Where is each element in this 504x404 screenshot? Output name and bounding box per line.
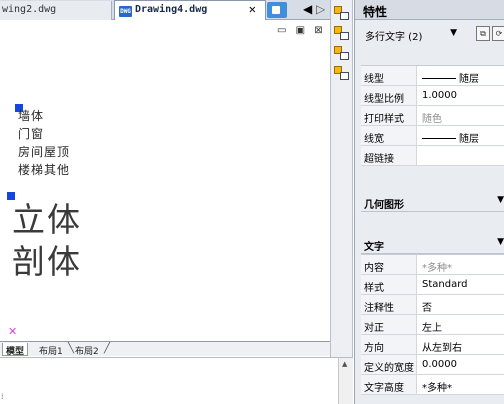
layout-tabs-bar: 模型 布局1 ╲ 布局2 ╱ [0,341,330,357]
select-objects-icon[interactable]: ⟳ [492,26,504,41]
panel-grip-icon[interactable]: ⁞ [1,392,4,401]
property-label: 方向 [361,335,417,354]
tab-separator: ╱ [104,343,111,354]
property-row-linetype[interactable]: 线型 随层 [361,66,504,86]
mtext-line: 房间屋顶 [18,145,71,159]
chevron-down-icon: ▼ [497,237,504,247]
command-scrollbar[interactable] [338,358,353,404]
property-value[interactable]: 0.0000 [419,355,504,374]
vertical-toolbar [330,0,353,357]
select-objects-icon[interactable] [334,26,350,41]
toggle-pickadd-icon[interactable] [334,46,350,61]
property-label: 打印样式 [361,106,417,125]
text-properties-grid: 内容 *多种* 样式 Standard 注释性 否 对正 左上 方向 从左到右 … [361,254,504,395]
drawing-canvas[interactable]: ▭ ▣ ⊠ 墙体 门窗 房间屋顶 楼梯其他 立体 剖体 ✕ [0,21,328,341]
property-label: 线宽 [361,126,417,145]
general-properties-grid: 线型 随层 线型比例 1.0000 打印样式 随色 线宽 随层 超链接 [361,65,504,166]
property-label: 线型 [361,66,417,85]
property-value[interactable]: 随层 [419,126,504,145]
property-value[interactable]: Standard [419,275,504,294]
document-tab-strip: wing2.dwg DWG Drawing4.dwg ✕ ◀ ▷ [0,0,330,20]
property-value[interactable]: *多种* [419,375,504,394]
section-header-text[interactable]: 文字 ▼ [361,234,504,254]
chevron-down-icon: ▼ [497,195,504,205]
mtext-line: 门窗 [18,127,45,141]
lineweight-preview [422,138,456,139]
property-row-direction[interactable]: 方向 从左到右 [361,335,504,355]
new-tab-icon[interactable] [267,2,287,18]
tab-layout1[interactable]: 布局1 [36,343,66,357]
dwg-file-icon: DWG [119,6,132,17]
property-value[interactable]: *多种* [419,255,504,274]
property-value[interactable]: 从左到右 [419,335,504,354]
property-label: 样式 [361,275,417,294]
command-line-area[interactable]: ⁞ [0,357,353,404]
property-value[interactable]: 1.0000 [419,86,504,105]
property-row-defined-width[interactable]: 定义的宽度 0.0000 [361,355,504,375]
mtext-large-line: 剖体 [12,242,82,281]
property-row-annotative[interactable]: 注释性 否 [361,295,504,315]
properties-title: 特性 [355,0,504,20]
mtext-line: 墙体 [18,109,45,123]
drawing-window-controls[interactable]: ▭ ▣ ⊠ [277,25,326,36]
properties-icon[interactable] [334,66,350,81]
property-row-linetype-scale[interactable]: 线型比例 1.0000 [361,86,504,106]
property-label: 超链接 [361,146,417,165]
property-value[interactable]: 否 [419,295,504,314]
quick-select-icon[interactable] [334,6,350,21]
tab-scroll-left-icon[interactable]: ◀ [303,2,312,16]
property-label: 内容 [361,255,417,274]
property-label: 定义的宽度 [361,355,417,374]
property-label: 文字高度 [361,375,417,394]
selection-value: 多行文字 (2) [365,32,423,43]
property-label: 对正 [361,315,417,334]
tab-model[interactable]: 模型 [2,343,29,357]
property-label: 线型比例 [361,86,417,105]
linetype-preview [422,78,456,79]
property-row-plot-style[interactable]: 打印样式 随色 [361,106,504,126]
tab-layout2[interactable]: 布局2 [72,343,102,357]
mtext-large-line: 立体 [12,200,82,239]
chevron-down-icon: ▼ [450,28,457,38]
mtext-line: 楼梯其他 [18,163,71,177]
tab-active-label: Drawing4.dwg [135,4,208,15]
property-label: 注释性 [361,295,417,314]
property-value: 随色 [422,114,442,125]
property-row-contents[interactable]: 内容 *多种* [361,255,504,275]
selection-dropdown[interactable]: 多行文字 (2) ▼ [361,26,459,44]
property-row-text-height[interactable]: 文字高度 *多种* [361,375,504,395]
property-row-style[interactable]: 样式 Standard [361,275,504,295]
tab-scroll-right-icon[interactable]: ▷ [316,2,325,16]
tab-previous-drawing[interactable]: wing2.dwg [0,1,112,20]
quick-select-icon[interactable]: ⧉ [476,26,490,41]
property-value[interactable] [419,146,504,165]
close-icon[interactable]: ✕ [249,2,256,16]
property-row-justify[interactable]: 对正 左上 [361,315,504,335]
property-value[interactable]: 随层 [419,66,504,85]
property-value[interactable]: 左上 [419,315,504,334]
property-row-lineweight[interactable]: 线宽 随层 [361,126,504,146]
tab-active-drawing[interactable]: DWG Drawing4.dwg ✕ [114,0,266,20]
ucs-marker-icon: ✕ [8,325,18,338]
property-row-hyperlink[interactable]: 超链接 [361,146,504,166]
section-header-geometry[interactable]: 几何图形 ▼ [361,192,504,212]
properties-palette: 特性 多行文字 (2) ▼ ⧉ ⟳ 线型 随层 线型比例 1.0000 打印样式… [354,0,504,404]
